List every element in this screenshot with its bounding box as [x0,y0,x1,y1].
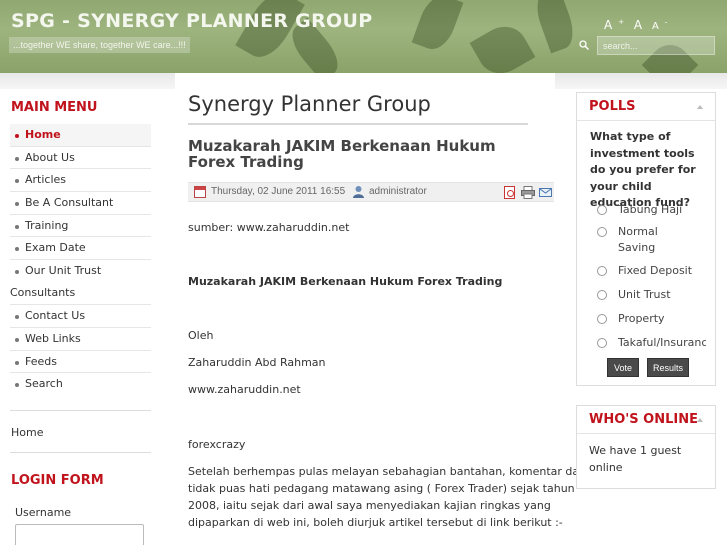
article-paragraph: www.zaharuddin.net [188,383,301,396]
menu-item-training[interactable]: Training [10,215,151,238]
poll-option[interactable]: Takaful/Insurance [596,335,706,351]
menu-item-contact-us[interactable]: Contact Us [10,305,151,328]
menu-item-feeds[interactable]: Feeds [10,351,151,374]
article-paragraph: Zaharuddin Abd Rahman [188,356,326,369]
article-paragraph: forexcrazy [188,438,246,451]
divider [10,452,151,453]
poll-option[interactable]: Fixed Deposit [596,263,706,279]
article-paragraph: dipaparkan di web ini, boleh diurjuk art… [188,516,563,529]
email-icon[interactable] [539,188,552,197]
page-title: Synergy Planner Group [188,92,431,116]
radio-button[interactable] [597,338,607,348]
poll-option-label: Property [618,312,665,325]
radio-button[interactable] [597,290,607,300]
radio-button[interactable] [597,314,607,324]
menu-item-label-cont: Consultants [10,286,76,300]
poll-option-label: Normal Saving Account [618,225,658,254]
polls-module: POLLS What type of investment tools do y… [576,92,716,386]
polls-header: POLLS [577,93,715,121]
menu-item-web-links[interactable]: Web Links [10,328,151,351]
radio-button[interactable] [597,205,607,215]
menu-item-about-us[interactable]: About Us [10,147,151,170]
article-paragraph: Oleh [188,329,214,342]
poll-option-label: Tabung Haji [618,203,683,216]
font-smaller-button[interactable]: A- [652,19,667,32]
article-paragraph: tidak puas hati pedagang matawang asing … [188,482,575,495]
poll-option[interactable]: Unit Trust [596,287,706,303]
username-label: Username [15,506,72,519]
menu-item-our-unit-trust-consultants[interactable]: Our Unit Trust Consultants [10,260,151,306]
print-icon[interactable] [521,186,535,199]
site-header: SPG - SYNERGY PLANNER GROUP ...together … [0,0,727,73]
article-paragraph: 2008, iaitu sejak dari awal saya menyedi… [188,499,551,512]
search-icon [579,40,589,50]
header-subbar [0,73,727,89]
divider [188,123,528,125]
menu-item-search[interactable]: Search [10,373,151,396]
article-title[interactable]: Muzakarah JAKIM Berkenaan Hukum Forex Tr… [188,138,528,170]
poll-option-label: Unit Trust [618,288,671,301]
site-tagline: ...together WE share, together WE care..… [9,37,190,53]
radio-button[interactable] [597,227,607,237]
poll-question: What type of investment tools do you pre… [590,130,696,209]
site-title[interactable]: SPG - SYNERGY PLANNER GROUP [11,10,372,32]
user-icon [353,186,364,198]
menu-item-articles[interactable]: Articles [10,169,151,193]
login-form-title: LOGIN FORM [11,473,104,488]
whos-online-module: WHO'S ONLINE We have 1 guest online [576,405,716,489]
menu-item-exam-date[interactable]: Exam Date [10,237,151,261]
search-input[interactable] [597,36,715,55]
poll-option[interactable]: Normal Saving Account [596,224,706,257]
poll-option[interactable]: Tabung Haji [596,202,706,218]
username-input[interactable] [15,524,144,545]
polls-title: POLLS [589,99,636,114]
collapse-icon[interactable] [697,418,703,422]
whos-online-header: WHO'S ONLINE [577,406,715,434]
vote-button[interactable]: Vote [607,358,639,377]
poll-option-label: Takaful/Insurance [618,336,706,349]
font-reset-button[interactable]: A [634,18,642,32]
menu-item-home[interactable]: Home [10,124,151,147]
pdf-icon[interactable] [504,186,515,199]
article-subheading: Muzakarah JAKIM Berkenaan Hukum Forex Tr… [188,275,503,288]
font-larger-button[interactable]: A + [604,18,624,32]
font-size-tools: A + A A- [604,18,673,32]
results-button[interactable]: Results [647,358,689,377]
article-date: Thursday, 02 June 2011 16:55 [211,186,346,197]
main-menu-title: MAIN MENU [11,100,98,115]
main-menu: Home About Us Articles Be A Consultant T… [10,124,151,396]
article-paragraph: Setelah berhempas pulas melayan sebahagi… [188,465,587,478]
divider [10,410,151,411]
whos-online-title: WHO'S ONLINE [589,412,698,427]
whos-online-text: We have 1 guest online [589,444,682,474]
article-author: administrator [369,186,427,197]
calendar-icon [194,186,206,198]
article-paragraph: sumber: www.zaharuddin.net [188,221,350,234]
menu-item-label: Our Unit Trust [25,264,102,278]
article-meta-bar: Thursday, 02 June 2011 16:55 administrat… [188,182,554,202]
poll-option-label: Fixed Deposit [618,264,693,277]
radio-button[interactable] [597,266,607,276]
collapse-icon[interactable] [697,105,703,109]
menu-item-be-a-consultant[interactable]: Be A Consultant [10,192,151,215]
poll-option[interactable]: Property [596,311,706,327]
home-link[interactable]: Home [11,426,43,439]
